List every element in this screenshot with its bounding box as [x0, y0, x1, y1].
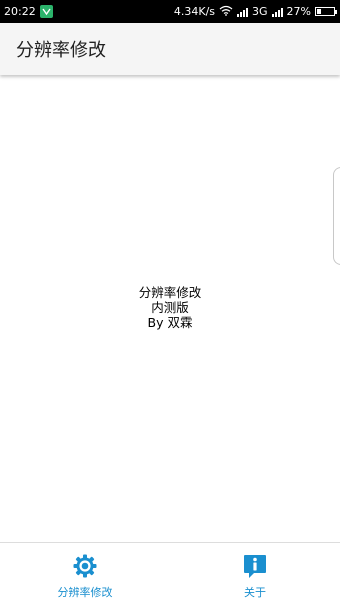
status-bar: 20:22 4.34K/s 3G 27%	[0, 0, 340, 23]
wifi-icon	[219, 5, 233, 19]
page-title: 分辨率修改	[16, 40, 106, 61]
nav-item-resolution[interactable]: 分辨率修改	[0, 543, 170, 604]
nav-label-about: 关于	[244, 586, 266, 599]
battery-icon	[315, 7, 337, 16]
nav-item-about[interactable]: 关于	[170, 543, 340, 604]
main-content: 分辨率修改 内测版 By 双霖	[0, 75, 340, 542]
info-icon	[244, 555, 266, 578]
status-time: 20:22	[4, 5, 36, 18]
gear-icon	[73, 554, 97, 578]
side-drawer-handle[interactable]	[333, 167, 340, 265]
info-line-author: By 双霖	[147, 315, 193, 330]
signal-icon	[237, 7, 249, 17]
status-left: 20:22	[4, 5, 53, 18]
signal-icon-2	[271, 7, 283, 17]
battery-percent: 27%	[286, 5, 311, 18]
screen: 20:22 4.34K/s 3G 27% 分辨率修改 分辨率修改 内测版 By …	[0, 0, 340, 604]
status-right: 4.34K/s 3G 27%	[173, 5, 337, 19]
info-line-title: 分辨率修改	[138, 285, 202, 300]
app-notification-icon	[39, 5, 53, 18]
nav-label-resolution: 分辨率修改	[57, 586, 113, 599]
info-line-version: 内测版	[151, 300, 189, 315]
network-speed: 4.34K/s	[173, 5, 216, 18]
battery-fill	[317, 9, 322, 14]
app-bar: 分辨率修改	[0, 23, 340, 75]
network-type: 3G	[252, 5, 268, 18]
info-text-block: 分辨率修改 内测版 By 双霖	[0, 285, 340, 330]
bottom-navigation: 分辨率修改 关于	[0, 542, 340, 604]
